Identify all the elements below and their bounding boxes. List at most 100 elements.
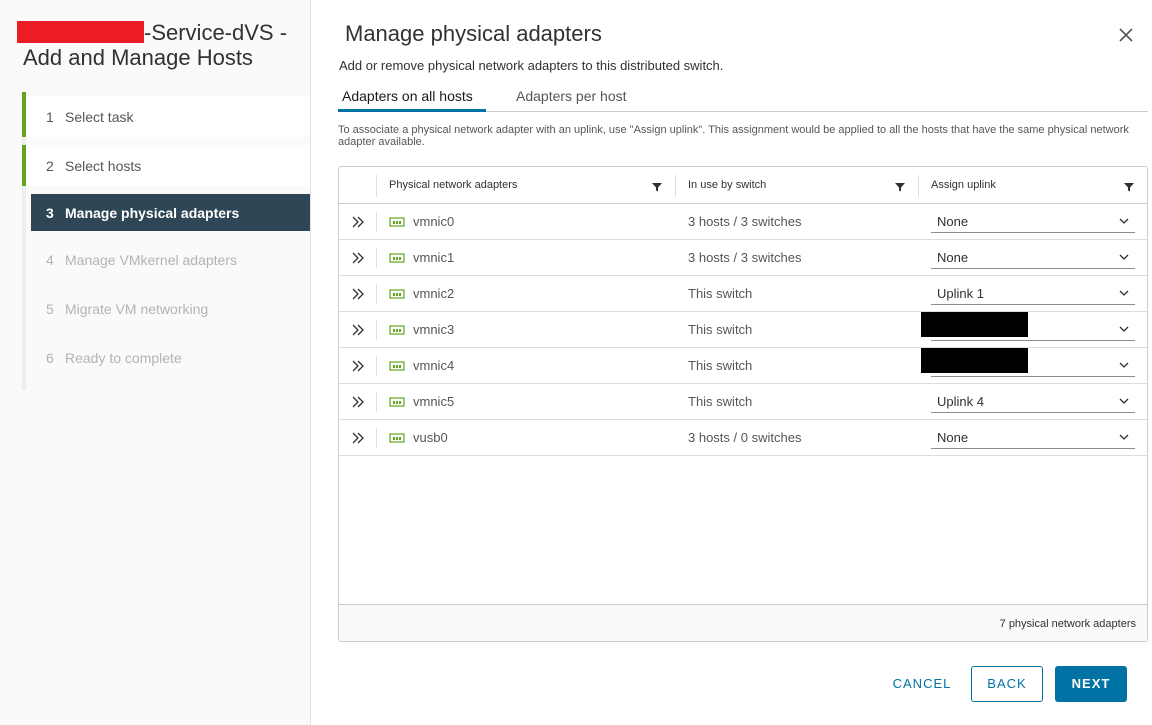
wizard-title-suffix: -Service-dVS -: [144, 20, 288, 45]
step-label: Ready to complete: [65, 349, 182, 366]
network-adapter-icon: [389, 397, 405, 407]
step-number: 5: [46, 300, 54, 317]
table-row[interactable]: vmnic4 This switch: [339, 348, 1147, 384]
network-adapter-icon: [389, 289, 405, 299]
chevron-down-icon: [1119, 254, 1129, 260]
column-separator: [918, 175, 919, 197]
in-use-by-switch: This switch: [688, 394, 753, 409]
chevron-down-icon: [1119, 362, 1129, 368]
back-button[interactable]: BACK: [971, 666, 1043, 702]
step-migrate-vm-networking: 5 Migrate VM networking: [22, 288, 310, 329]
step-manage-vmkernel-adapters: 4 Manage VMkernel adapters: [22, 239, 310, 280]
network-adapter-icon: [389, 217, 405, 227]
redacted-uplink: [921, 312, 1028, 337]
wizard-content: Manage physical adapters Add or remove p…: [312, 0, 1152, 725]
step-select-hosts[interactable]: 2 Select hosts: [22, 145, 310, 186]
column-separator: [675, 175, 676, 197]
in-use-by-switch: 3 hosts / 0 switches: [688, 430, 802, 445]
chevron-down-icon: [1119, 398, 1129, 404]
network-adapter-icon: [389, 253, 405, 263]
adapter-name: vmnic0: [413, 214, 455, 229]
adapter-name: vusb0: [413, 430, 448, 445]
column-header-in-use[interactable]: In use by switch: [688, 167, 766, 204]
column-separator: [376, 284, 377, 304]
assign-uplink-select[interactable]: None: [931, 245, 1135, 269]
column-separator: [376, 356, 377, 376]
grid-footer: 7 physical network adapters: [339, 604, 1147, 641]
close-icon[interactable]: [1115, 24, 1137, 46]
filter-icon[interactable]: [652, 182, 662, 192]
network-adapter-icon: [389, 433, 405, 443]
chevron-down-icon: [1119, 326, 1129, 332]
uplink-value: None: [937, 250, 969, 265]
in-use-by-switch: 3 hosts / 3 switches: [688, 214, 802, 229]
filter-icon[interactable]: [1124, 182, 1134, 192]
double-chevron-right-icon[interactable]: [351, 359, 365, 373]
step-label: Migrate VM networking: [65, 300, 209, 317]
table-row[interactable]: vmnic1 3 hosts / 3 switches None: [339, 240, 1147, 276]
wizard-sidebar: -Service-dVS - Add and Manage Hosts 1 Se…: [0, 0, 311, 725]
adapter-count: 7 physical network adapters: [999, 618, 1136, 630]
uplink-value: Uplink 4: [937, 394, 984, 409]
tab-adapters-on-all-hosts[interactable]: Adapters on all hosts: [338, 84, 486, 112]
assign-uplink-select[interactable]: Uplink 1: [931, 281, 1135, 305]
step-number: 2: [46, 157, 54, 174]
double-chevron-right-icon[interactable]: [351, 323, 365, 337]
column-separator: [376, 248, 377, 268]
chevron-down-icon: [1119, 218, 1129, 224]
adapter-name: vmnic5: [413, 394, 455, 409]
table-row[interactable]: vusb0 3 hosts / 0 switches None: [339, 420, 1147, 456]
step-number: 3: [46, 204, 54, 221]
grid-header: Physical network adapters In use by swit…: [339, 167, 1147, 204]
step-label: Manage physical adapters: [65, 204, 240, 221]
tab-adapters-per-host[interactable]: Adapters per host: [512, 84, 631, 112]
table-row[interactable]: vmnic0 3 hosts / 3 switches None: [339, 204, 1147, 240]
wizard-title: -Service-dVS - Add and Manage Hosts: [17, 20, 307, 70]
table-row[interactable]: vmnic3 This switch: [339, 312, 1147, 348]
column-header-assign-uplink[interactable]: Assign uplink: [931, 167, 996, 204]
double-chevron-right-icon[interactable]: [351, 251, 365, 265]
double-chevron-right-icon[interactable]: [351, 215, 365, 229]
table-row[interactable]: vmnic2 This switch Uplink 1: [339, 276, 1147, 312]
column-separator: [376, 392, 377, 412]
column-separator: [376, 175, 377, 197]
chevron-down-icon: [1119, 290, 1129, 296]
in-use-by-switch: This switch: [688, 322, 753, 337]
step-manage-physical-adapters[interactable]: 3 Manage physical adapters: [31, 194, 310, 231]
network-adapter-icon: [389, 325, 405, 335]
filter-icon[interactable]: [895, 182, 905, 192]
step-ready-to-complete: 6 Ready to complete: [22, 337, 310, 378]
step-number: 6: [46, 349, 54, 366]
adapter-name: vmnic1: [413, 250, 455, 265]
wizard-title-line2: Add and Manage Hosts: [23, 45, 253, 70]
assign-uplink-select[interactable]: Uplink 4: [931, 389, 1135, 413]
cancel-button[interactable]: CANCEL: [880, 666, 964, 702]
page-title: Manage physical adapters: [345, 21, 602, 46]
adapter-name: vmnic4: [413, 358, 455, 373]
double-chevron-right-icon[interactable]: [351, 287, 365, 301]
adapters-grid: Physical network adapters In use by swit…: [338, 166, 1148, 642]
in-use-by-switch: This switch: [688, 358, 753, 373]
uplink-value: Uplink 1: [937, 286, 984, 301]
assign-uplink-select[interactable]: None: [931, 425, 1135, 449]
step-select-task[interactable]: 1 Select task: [22, 92, 310, 137]
step-number: 4: [46, 251, 54, 268]
double-chevron-right-icon[interactable]: [351, 395, 365, 409]
assign-uplink-select[interactable]: None: [931, 209, 1135, 233]
step-label: Select task: [65, 108, 134, 125]
adapter-name: vmnic2: [413, 286, 455, 301]
step-number: 1: [46, 108, 54, 125]
page-subtitle: Add or remove physical network adapters …: [339, 58, 724, 73]
column-header-adapters[interactable]: Physical network adapters: [389, 167, 517, 204]
in-use-by-switch: 3 hosts / 3 switches: [688, 250, 802, 265]
double-chevron-right-icon[interactable]: [351, 431, 365, 445]
next-button[interactable]: NEXT: [1055, 666, 1127, 702]
wizard-steps: 1 Select task 2 Select hosts 3 Manage ph…: [22, 92, 310, 390]
column-separator: [376, 212, 377, 232]
redacted-uplink: [921, 348, 1028, 373]
column-separator: [376, 320, 377, 340]
assign-uplink-hint: To associate a physical network adapter …: [338, 124, 1129, 148]
table-row[interactable]: vmnic5 This switch Uplink 4: [339, 384, 1147, 420]
step-label: Select hosts: [65, 157, 142, 174]
column-separator: [376, 428, 377, 448]
